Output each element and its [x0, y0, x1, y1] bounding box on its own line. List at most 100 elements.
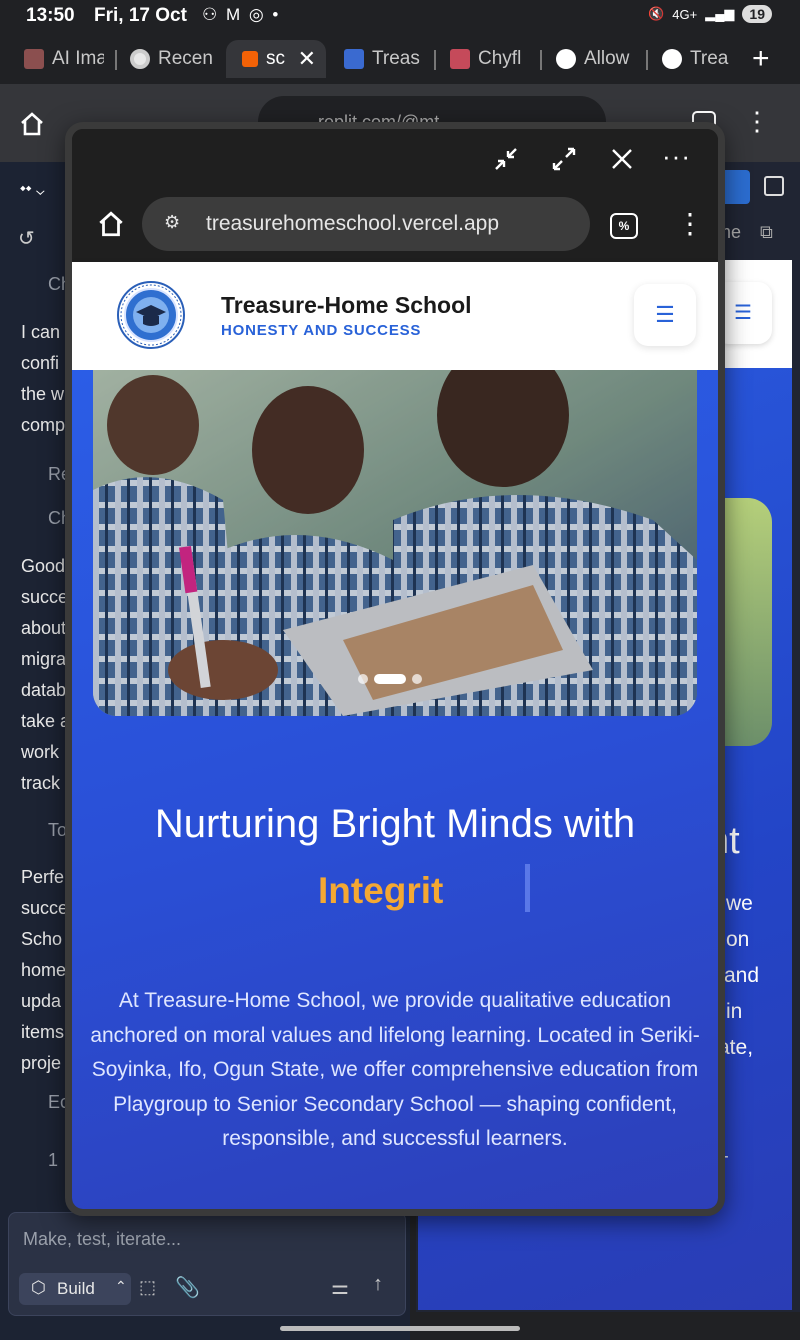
chat-line: confi [21, 353, 60, 373]
close-window-icon[interactable] [608, 145, 636, 173]
gesture-nav-bar[interactable] [280, 1326, 520, 1331]
tab-favicon-icon [450, 49, 470, 69]
battery-badge: 19 [742, 5, 772, 23]
hero-heading: Nurturing Bright Minds with [154, 802, 636, 846]
popup-url-bar[interactable]: ⚙ treasurehomeschool.vercel.app [142, 197, 590, 251]
hamburger-menu-button[interactable]: ☰ [634, 284, 696, 346]
tab-strip: AI Ima Recen sc ✕ Treas Chyfl Allow Trea… [0, 34, 800, 84]
chat-line: migra [21, 649, 67, 669]
tab-ai-image[interactable]: AI Ima [24, 40, 104, 78]
chat-line: Scho [21, 929, 63, 949]
hero-section: Nurturing Bright Minds with Integrit At … [72, 370, 718, 1209]
tab-github-allow[interactable]: Allow [556, 40, 634, 78]
build-label: Build [57, 1279, 95, 1298]
typing-caret [525, 864, 530, 912]
history-icon[interactable]: ↺ [18, 226, 35, 251]
chat-input-box[interactable]: Make, test, iterate... ⬡ Build ⌃ ⬚ 📎 ⚌ ↑ [8, 1212, 406, 1316]
chat-line: I can [21, 322, 61, 342]
tab-github-treasure[interactable]: Trea [662, 40, 734, 78]
send-arrow-icon[interactable]: ↑ [373, 1273, 383, 1296]
chat-line: track [21, 773, 61, 793]
chat-line: work [21, 742, 60, 762]
preview-text-line: and [724, 964, 760, 987]
tab-replit-active[interactable]: sc ✕ [226, 40, 326, 78]
signal-icon: ▂▄▆ [705, 6, 735, 21]
preview-text-line: we [726, 892, 753, 915]
discount-extension-icon[interactable]: % [610, 213, 638, 239]
status-time: 13:50 [26, 5, 75, 26]
maximize-window-icon[interactable] [550, 145, 578, 173]
home-icon[interactable] [96, 209, 126, 239]
notification-icons: ⚇ M ◎ • [202, 5, 281, 24]
split-view-icon[interactable] [764, 176, 784, 196]
hero-carousel-image[interactable] [93, 370, 697, 716]
tab-chyfl[interactable]: Chyfl [450, 40, 530, 78]
chat-line: upda [21, 991, 62, 1011]
settings-sliders-icon[interactable]: ⚌ [331, 1275, 349, 1300]
tab-label: sc [266, 48, 285, 69]
external-link-icon[interactable]: ⧉ [760, 222, 773, 243]
popup-browser-window: ··· ⚙ treasurehomeschool.vercel.app % ⋮ … [65, 122, 725, 1216]
tab-label: Allow [584, 48, 630, 69]
popup-url-text: treasurehomeschool.vercel.app [206, 212, 499, 235]
school-logo[interactable] [116, 280, 186, 350]
carousel-dot[interactable] [358, 674, 368, 684]
new-tab-button[interactable]: + [752, 40, 792, 78]
chat-line: the w [21, 384, 65, 404]
plus-icon: + [752, 42, 770, 75]
replit-icon [242, 51, 258, 67]
chat-line: succe [21, 587, 69, 607]
chat-line: datab [21, 680, 67, 700]
chat-line: Good [21, 556, 66, 576]
site-header: Treasure-Home School HONESTY AND SUCCESS… [72, 262, 718, 370]
mute-icon: 🔇 [648, 6, 665, 21]
chat-line: succe [21, 898, 69, 918]
chat-line: comp [21, 415, 66, 435]
tab-favicon-icon [24, 49, 44, 69]
hamburger-icon: ☰ [655, 302, 675, 327]
chat-line: proje [21, 1053, 62, 1073]
tab-treasure[interactable]: Treas [344, 40, 424, 78]
tab-label: Trea [690, 48, 729, 69]
site-settings-icon[interactable]: ⚙ [164, 212, 180, 233]
status-right: 🔇 4G+ ▂▄▆ 19 [648, 5, 772, 23]
tab-label: Chyfl [478, 48, 522, 69]
network-label: 4G+ [672, 6, 698, 22]
popup-menu-dots-icon[interactable]: ⋮ [676, 207, 704, 240]
chat-line: Perfe [21, 867, 65, 887]
home-icon[interactable] [18, 110, 46, 138]
cube-icon: ⬡ [31, 1278, 46, 1297]
tab-label: Recen [158, 48, 213, 69]
chevron-up-icon: ⌃ [115, 1278, 127, 1294]
chat-line: take a [21, 711, 71, 731]
github-icon [662, 49, 682, 69]
carousel-dot[interactable] [412, 674, 422, 684]
attach-icon[interactable]: 📎 [175, 1275, 200, 1300]
more-options-icon[interactable]: ··· [662, 141, 691, 172]
chat-line: 1 [48, 1150, 59, 1170]
chrome-icon [130, 49, 150, 69]
site-tagline: HONESTY AND SUCCESS [221, 322, 422, 339]
minimize-window-icon[interactable] [492, 145, 520, 173]
chat-line: about [21, 618, 67, 638]
students-photo [93, 370, 697, 716]
chat-line: home [21, 960, 67, 980]
workspace-switcher-icon[interactable]: ⬩⬩ ⌄ [20, 180, 45, 198]
menu-dots-icon[interactable]: ⋮ [744, 106, 770, 137]
status-bar: 13:50 Fri, 17 Oct ⚇ M ◎ • 🔇 4G+ ▂▄▆ 19 [0, 0, 800, 34]
tab-favicon-icon [344, 49, 364, 69]
chat-line: items [21, 1022, 65, 1042]
github-icon [556, 49, 576, 69]
hero-description: At Treasure-Home School, we provide qual… [90, 989, 700, 1150]
carousel-dot[interactable] [374, 674, 406, 684]
select-element-icon[interactable]: ⬚ [139, 1277, 156, 1298]
tab-recent[interactable]: Recen [130, 40, 216, 78]
hero-typed-word: Integrit [318, 870, 444, 911]
site-title[interactable]: Treasure-Home School [221, 292, 472, 319]
preview-text-line: on [726, 928, 750, 951]
build-mode-button[interactable]: ⬡ Build ⌃ [19, 1273, 131, 1305]
tab-label: Treas [372, 48, 420, 69]
tab-label: AI Ima [52, 48, 104, 69]
chat-placeholder: Make, test, iterate... [23, 1229, 182, 1249]
close-tab-icon[interactable]: ✕ [298, 46, 316, 72]
